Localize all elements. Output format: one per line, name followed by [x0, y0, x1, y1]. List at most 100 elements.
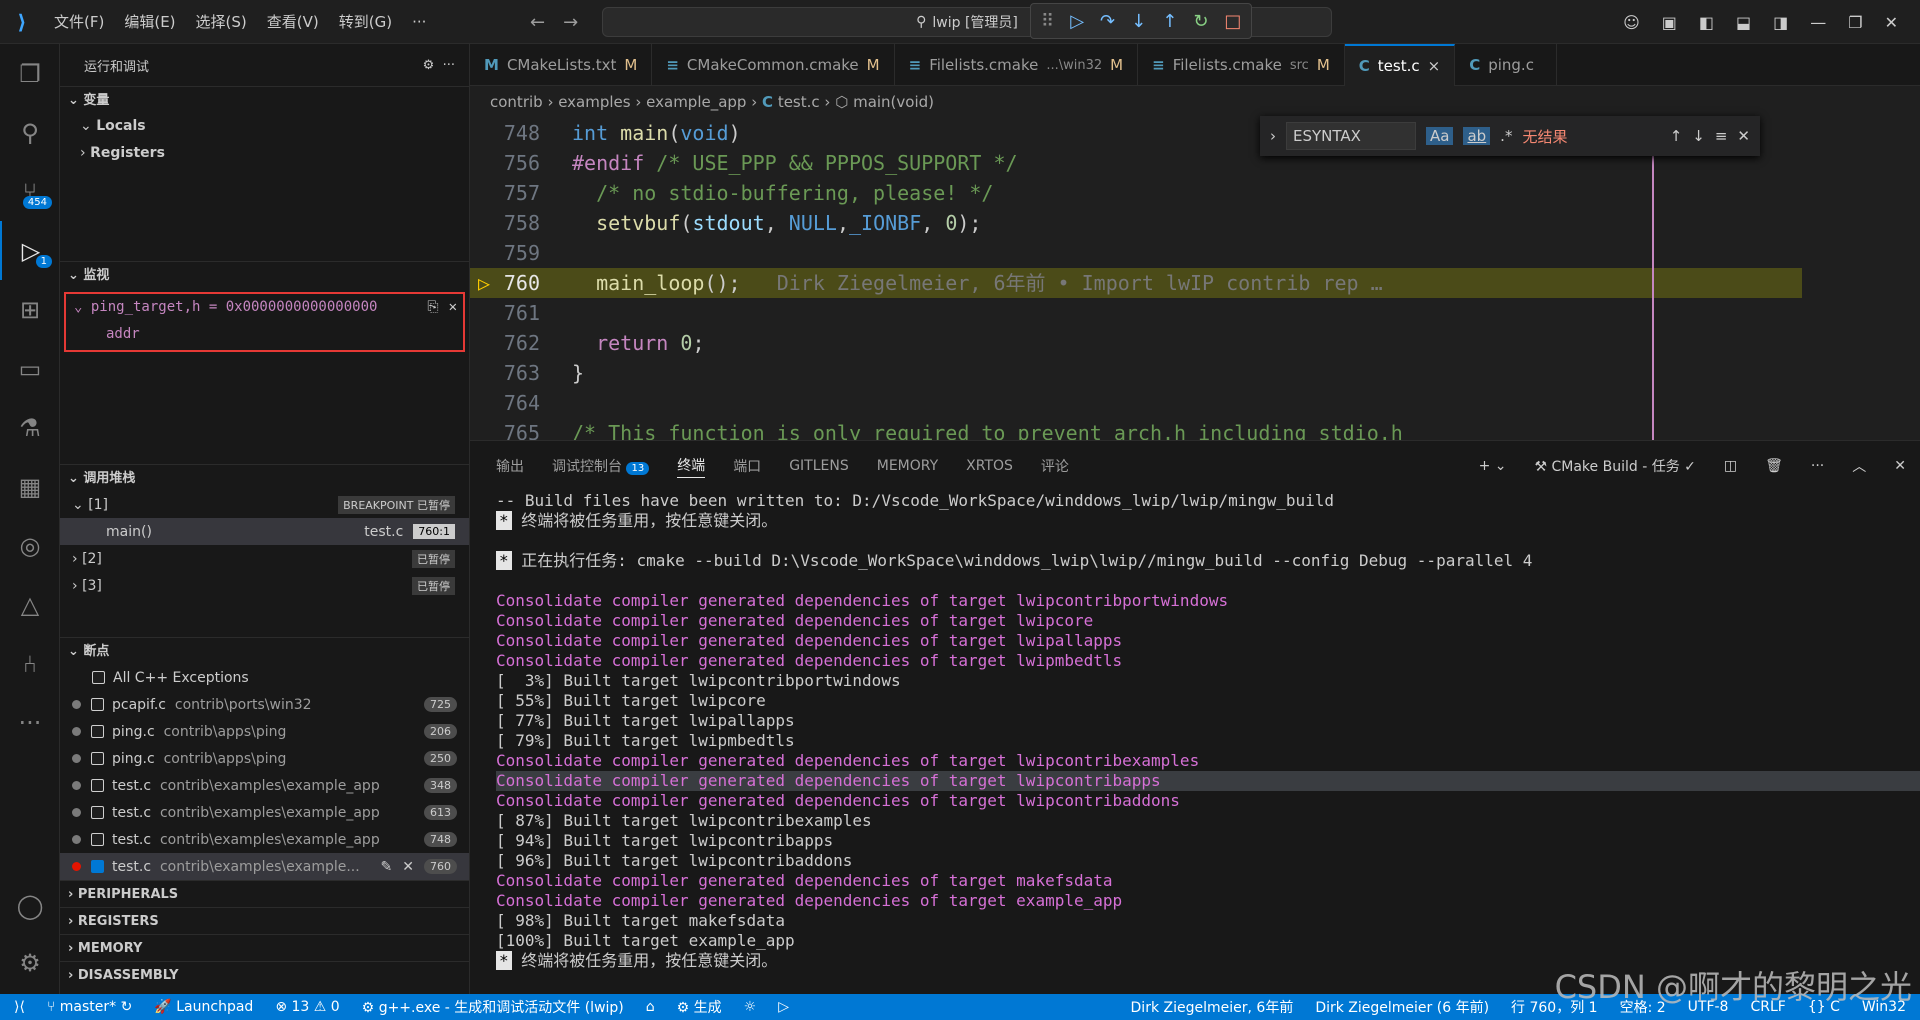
whole-word-icon[interactable]: ab	[1463, 127, 1491, 145]
menu-file[interactable]: 文件(F)	[44, 0, 114, 44]
registers-row[interactable]: › Registers	[60, 140, 469, 167]
build-status[interactable]: ⚙ 生成	[677, 997, 722, 1017]
account-icon[interactable]: ◯	[0, 876, 60, 935]
collapsed-section-header[interactable]: › MEMORY	[60, 934, 469, 961]
source-control-icon[interactable]: ⑂ 454	[0, 162, 60, 221]
breakpoint-item[interactable]: pcapif.c contrib\ports\win32 725	[60, 691, 469, 718]
collapsed-section-header[interactable]: › REGISTERS	[60, 907, 469, 934]
new-terminal-icon[interactable]: + ⌄	[1479, 458, 1507, 474]
tab-debug-console[interactable]: 调试控制台 13	[552, 456, 650, 476]
trash-icon[interactable]: 🗑	[1765, 458, 1783, 474]
cmake-icon[interactable]: △	[0, 575, 60, 634]
crumb[interactable]: example_app	[646, 93, 746, 111]
breakpoint-item[interactable]: test.c contrib\examples\example_app 613	[60, 799, 469, 826]
copy-icon[interactable]: ⎘	[427, 294, 438, 321]
run-debug-icon[interactable]: ▷ 1	[0, 221, 60, 280]
match-case-icon[interactable]: Aa	[1426, 127, 1454, 145]
tab-terminal[interactable]: 终端	[677, 455, 706, 478]
editor-tab[interactable]: M CMakeLists.txt M	[470, 44, 653, 86]
more-actions-icon[interactable]: ···	[443, 58, 455, 73]
maximize-panel-icon[interactable]: ︿	[1852, 456, 1866, 476]
watch-expression[interactable]: ⌄ ping_target,h = 0x0000000000000000 ⎘ ✕	[66, 294, 463, 321]
expand-replace-icon[interactable]: ›	[1270, 127, 1276, 145]
restore-icon[interactable]: ❐	[1848, 13, 1862, 32]
drag-handle-icon[interactable]: ⠿	[1041, 11, 1054, 32]
crumb[interactable]: examples	[558, 93, 630, 111]
checkbox[interactable]	[91, 779, 104, 792]
editor-tab[interactable]: ≡ CMakeCommon.cmake M	[652, 44, 895, 86]
search-view-icon[interactable]: ⚲	[0, 103, 60, 162]
toggle-panel-icon[interactable]: ⬓	[1736, 13, 1751, 32]
launchpad-status[interactable]: 🚀 Launchpad	[154, 999, 253, 1015]
minimize-icon[interactable]: —	[1810, 13, 1826, 32]
editor-tab[interactable]: Cping.c	[1455, 44, 1557, 86]
menu-edit[interactable]: 编辑(E)	[114, 0, 185, 44]
copilot-icon[interactable]: ☺	[1623, 13, 1640, 32]
task-label[interactable]: ⚒ CMake Build - 任务 ✓	[1534, 456, 1695, 476]
step-into-icon[interactable]: ↓	[1131, 11, 1146, 32]
breakpoint-item[interactable]: ping.c contrib\apps\ping 250	[60, 745, 469, 772]
watch-section-header[interactable]: ⌄ 监视	[60, 261, 469, 288]
stop-icon[interactable]: □	[1224, 11, 1241, 32]
locals-row[interactable]: ⌄ Locals	[60, 113, 469, 140]
toggle-sidebar-icon[interactable]: ◧	[1699, 13, 1714, 32]
problems-status[interactable]: ⊗ 13 ⚠ 0	[275, 999, 339, 1015]
layout-icon[interactable]: ▣	[1662, 13, 1677, 32]
blame-status[interactable]: Dirk Ziegelmeier, 6年前	[1131, 997, 1294, 1017]
prev-match-icon[interactable]: ↑	[1670, 127, 1683, 145]
minimap[interactable]	[1802, 118, 1902, 440]
breakpoint-item[interactable]: test.c contrib\examples\example_app 748	[60, 826, 469, 853]
tab-xrtos[interactable]: XRTOS	[966, 458, 1013, 474]
step-over-icon[interactable]: ↷	[1100, 11, 1115, 32]
watch-child-addr[interactable]: addr	[66, 321, 463, 348]
breakpoint-item[interactable]: test.c contrib\examples\example... ✎ ✕ 760	[60, 853, 469, 880]
chip-icon[interactable]: ▦	[0, 457, 60, 516]
step-out-icon[interactable]: ↑	[1162, 11, 1177, 32]
terminal-output[interactable]: -- Build files have been written to: D:/…	[470, 491, 1920, 971]
crumb[interactable]: contrib	[490, 93, 543, 111]
tab-gitlens[interactable]: GITLENS	[789, 458, 849, 474]
debug-task-status[interactable]: ⚙ g++.exe - 生成和调试活动文件 (lwip)	[362, 997, 624, 1017]
menu-selection[interactable]: 选择(S)	[186, 0, 257, 44]
menu-more[interactable]: ···	[402, 0, 436, 44]
regex-icon[interactable]: .*	[1500, 127, 1512, 145]
next-match-icon[interactable]: ↓	[1692, 127, 1705, 145]
breakpoint-item[interactable]: ping.c contrib\apps\ping 206	[60, 718, 469, 745]
collapsed-section-header[interactable]: › PERIPHERALS	[60, 880, 469, 907]
close-window-icon[interactable]: ✕	[1885, 13, 1898, 32]
checkbox[interactable]	[91, 860, 104, 873]
find-input[interactable]: ESYNTAX	[1286, 122, 1416, 150]
tab-output[interactable]: 输出	[496, 456, 524, 476]
restart-icon[interactable]: ↻	[1193, 11, 1208, 32]
continue-icon[interactable]: ▷	[1070, 11, 1084, 32]
tab-comments[interactable]: 评论	[1041, 456, 1069, 476]
close-find-icon[interactable]: ✕	[1737, 127, 1750, 145]
close-tab-icon[interactable]: ×	[1428, 57, 1441, 75]
remote-explorer-icon[interactable]: ▭	[0, 339, 60, 398]
checkbox[interactable]	[92, 671, 105, 684]
panel-more-icon[interactable]: ···	[1811, 458, 1824, 474]
settings-gear-icon[interactable]: ⚙	[0, 933, 60, 992]
explorer-icon[interactable]: ❐	[0, 44, 60, 103]
settings-icon[interactable]: ⚙	[423, 58, 435, 73]
testing-icon[interactable]: ⚗	[0, 398, 60, 457]
checkbox[interactable]	[91, 806, 104, 819]
blame-status-2[interactable]: Dirk Ziegelmeier (6 年前)	[1315, 997, 1489, 1017]
extensions-icon[interactable]: ⊞	[0, 280, 60, 339]
thread-row[interactable]: ⌄ [1] BREAKPOINT 已暂停	[60, 491, 469, 518]
gitlens-icon[interactable]: ◎	[0, 516, 60, 575]
debug-status-icon[interactable]: ☼	[744, 999, 757, 1015]
branch-status[interactable]: ⑂ master* ↻	[47, 999, 132, 1015]
edit-icon[interactable]: ✎	[381, 859, 393, 875]
tab-memory[interactable]: MEMORY	[877, 458, 938, 474]
remove-watch-icon[interactable]: ✕	[449, 294, 457, 321]
crumb[interactable]: test.c	[778, 93, 820, 111]
toggle-secondary-icon[interactable]: ◨	[1773, 13, 1788, 32]
editor-tab[interactable]: ≡ Filelists.cmake ...\win32 M	[895, 44, 1139, 86]
crumb[interactable]: main(void)	[853, 93, 934, 111]
git-graph-icon[interactable]: ⑃	[0, 634, 60, 693]
variables-section-header[interactable]: ⌄ 变量	[60, 86, 469, 113]
collapsed-section-header[interactable]: › DISASSEMBLY	[60, 961, 469, 988]
remove-breakpoint-icon[interactable]: ✕	[402, 859, 414, 875]
breakpoint-exceptions[interactable]: All C++ Exceptions	[60, 664, 469, 691]
